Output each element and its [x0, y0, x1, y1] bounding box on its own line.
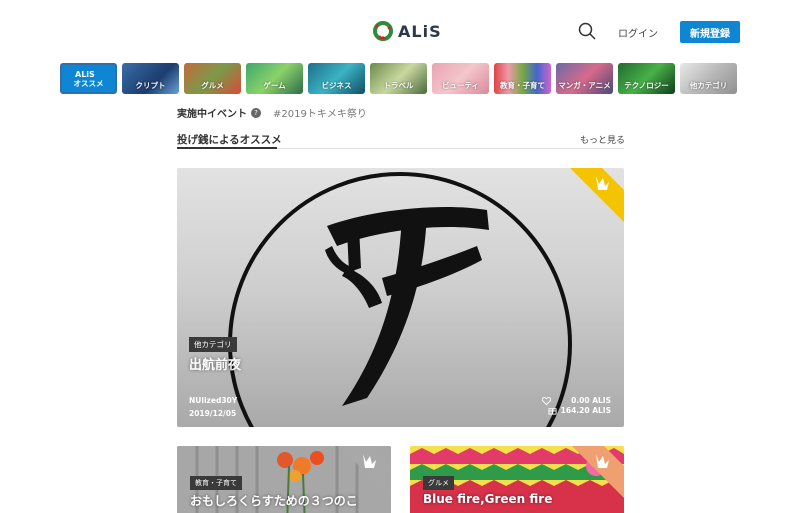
event-title: 実施中イベント [177, 109, 247, 120]
feature-likes: 0.00 ALIS [542, 396, 611, 405]
feature-date: 2019/12/05 [189, 409, 237, 418]
category-other[interactable]: 他カテゴリ [680, 63, 737, 94]
category-travel[interactable]: トラベル [370, 63, 427, 94]
search-icon[interactable] [578, 22, 596, 40]
article-card[interactable]: 教育・子育て おもしろくらすための３つのこ [177, 446, 391, 513]
category-business[interactable]: ビジネス [308, 63, 365, 94]
tips-value: 164.20 ALIS [560, 406, 611, 415]
alis-logo[interactable]: ALiS [372, 17, 442, 45]
bronze-ribbon-badge [572, 446, 624, 498]
card-category-tag: グルメ [423, 476, 454, 490]
category-gourmet[interactable]: グルメ [184, 63, 241, 94]
category-label: ビューティ [441, 81, 480, 90]
category-label: マンガ・アニメ [558, 81, 611, 90]
category-nav: ALiS オススメ クリプト グルメ ゲーム ビジネス トラベル ビューティ 教… [60, 63, 737, 94]
event-row: 実施中イベント ? #2019トキメキ祭り [177, 105, 367, 120]
category-manga[interactable]: マンガ・アニメ [556, 63, 613, 94]
wreath-icon [373, 21, 393, 41]
signup-button[interactable]: 新規登録 [680, 21, 740, 43]
likes-value: 0.00 ALIS [571, 396, 611, 405]
feature-category-tag: 他カテゴリ [189, 337, 237, 352]
feature-tips: 164.20 ALIS [548, 406, 611, 415]
help-icon[interactable]: ? [251, 107, 261, 118]
category-label: オススメ [73, 79, 104, 88]
category-crypto[interactable]: クリプト [122, 63, 179, 94]
category-label: テクノロジー [624, 81, 669, 90]
site-header: ALiS ログイン 新規登録 [0, 0, 800, 60]
logo-text: ALiS [398, 21, 442, 41]
gift-icon [548, 408, 557, 415]
login-link[interactable]: ログイン [618, 25, 658, 40]
category-game[interactable]: ゲーム [246, 63, 303, 94]
heart-icon [542, 396, 552, 405]
section-title: 投げ銭によるオススメ [177, 134, 282, 146]
feature-author: NUlized30Y [189, 396, 238, 405]
category-osusume[interactable]: ALiS オススメ [60, 63, 117, 94]
card-title: おもしろくらすための３つのこ [190, 494, 358, 508]
category-label: ゲーム [263, 81, 286, 90]
category-label: ビジネス [321, 81, 352, 90]
see-more-link[interactable]: もっと見る [580, 133, 625, 146]
event-tag-link[interactable]: #2019トキメキ祭り [273, 105, 367, 120]
card-title: Blue fire,Green fire [423, 492, 553, 506]
feature-title: 出航前夜 [189, 358, 242, 373]
section-underline [177, 147, 277, 149]
gold-ribbon-badge [570, 168, 624, 222]
feature-article-card[interactable]: 他カテゴリ 出航前夜 NUlized30Y 2019/12/05 0.00 AL… [177, 168, 624, 427]
category-label: クリプト [135, 81, 166, 90]
category-technology[interactable]: テクノロジー [618, 63, 675, 94]
card-category-tag: 教育・子育て [190, 476, 242, 490]
category-label: トラベル [383, 81, 414, 90]
category-education[interactable]: 教育・子育て [494, 63, 551, 94]
category-beauty[interactable]: ビューティ [432, 63, 489, 94]
category-label: グルメ [201, 81, 224, 90]
category-label: 教育・子育て [500, 81, 545, 90]
category-label: 他カテゴリ [689, 81, 728, 90]
article-card[interactable]: グルメ Blue fire,Green fire [410, 446, 624, 513]
